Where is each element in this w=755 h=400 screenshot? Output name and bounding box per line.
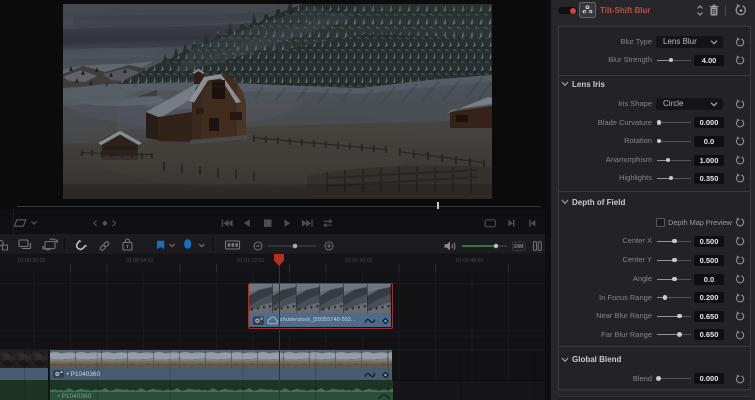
svg-text:DIM: DIM: [514, 244, 523, 250]
